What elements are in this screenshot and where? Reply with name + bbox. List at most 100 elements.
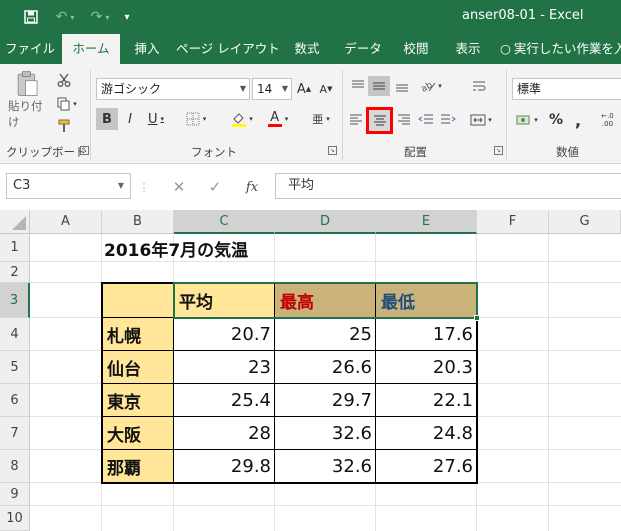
number-format-select[interactable]: 標準 <box>512 78 621 100</box>
fill-handle[interactable] <box>474 315 480 321</box>
city-cell[interactable]: 東京 <box>102 384 174 417</box>
accounting-format-icon[interactable]: ▾ <box>512 110 542 130</box>
paste-icon <box>17 71 38 96</box>
paste-button[interactable]: 貼り付け <box>8 70 48 130</box>
value-cell[interactable]: 24.8 <box>376 417 477 450</box>
bold-button[interactable]: B <box>96 108 118 130</box>
percent-style-button[interactable]: % <box>546 110 566 130</box>
format-painter-icon[interactable] <box>54 116 74 136</box>
shrink-font-button[interactable]: A ▼ <box>318 79 334 99</box>
value-cell[interactable]: 25 <box>275 318 376 351</box>
column-header[interactable]: B <box>102 210 174 234</box>
row-header[interactable]: 9 <box>0 483 30 506</box>
value-cell[interactable]: 32.6 <box>275 417 376 450</box>
tab-file[interactable]: ファイル <box>0 34 60 64</box>
tab-review[interactable]: 校閲 <box>396 34 436 64</box>
column-header[interactable]: E <box>376 210 477 234</box>
grow-font-button[interactable]: A ▲ <box>296 79 312 99</box>
borders-icon <box>186 112 200 126</box>
underline-button[interactable]: U ▾ <box>142 108 170 130</box>
align-bottom-icon[interactable] <box>392 76 412 96</box>
row-header[interactable]: 3 <box>0 283 30 318</box>
column-header[interactable]: G <box>549 210 621 234</box>
copy-icon[interactable]: ▾ <box>54 94 80 114</box>
increase-decimal-icon[interactable]: ←.0.00 <box>594 108 621 132</box>
tab-data[interactable]: データ <box>338 34 388 64</box>
comma-label: , <box>574 110 582 130</box>
row-header[interactable]: 1 <box>0 234 30 262</box>
clipboard-launcher-icon[interactable]: ↘ <box>80 146 89 155</box>
undo-icon[interactable]: ↶ ▾ <box>50 6 80 28</box>
save-icon[interactable] <box>20 6 42 28</box>
row-header[interactable]: 4 <box>0 318 30 351</box>
city-cell[interactable]: 大阪 <box>102 417 174 450</box>
value-cell[interactable]: 22.1 <box>376 384 477 417</box>
formula-input[interactable]: 平均 <box>275 173 621 199</box>
cut-icon[interactable] <box>54 70 74 90</box>
merge-center-icon[interactable]: ▾ <box>466 110 496 130</box>
redo-icon[interactable]: ↷ ▾ <box>86 6 114 28</box>
value-cell[interactable]: 23 <box>174 351 275 384</box>
value-cell[interactable]: 29.8 <box>174 450 275 483</box>
value-cell[interactable]: 20.7 <box>174 318 275 351</box>
font-name-select[interactable]: 游ゴシック ▼ <box>96 78 250 100</box>
align-middle-icon[interactable] <box>368 76 390 96</box>
align-top-icon[interactable] <box>348 76 368 96</box>
row-header[interactable]: 5 <box>0 351 30 384</box>
tab-formulas[interactable]: 数式 <box>284 34 330 64</box>
row-header[interactable]: 6 <box>0 384 30 417</box>
name-box[interactable]: C3 ▼ <box>6 173 131 199</box>
tell-me-search[interactable]: ○ 実行したい作業を入 <box>500 34 621 64</box>
align-left-icon[interactable] <box>346 110 366 130</box>
row-header[interactable]: 7 <box>0 417 30 450</box>
row-header[interactable]: 8 <box>0 450 30 483</box>
column-header[interactable]: A <box>30 210 102 234</box>
value-cell[interactable]: 26.6 <box>275 351 376 384</box>
table-border <box>101 482 478 484</box>
sheet-title[interactable]: 2016年7月の気温 <box>104 234 248 262</box>
decrease-indent-icon[interactable] <box>416 110 436 130</box>
worksheet-grid[interactable]: A B C D E F G 1 2 3 4 5 6 7 8 9 10 2016年… <box>0 210 621 531</box>
value-cell[interactable]: 28 <box>174 417 275 450</box>
document-title: anser08-01 - Excel <box>462 8 584 23</box>
cell-b3[interactable] <box>102 283 174 318</box>
tab-home[interactable]: ホーム <box>62 34 120 64</box>
column-header[interactable]: C <box>174 210 275 234</box>
customize-qat-icon[interactable]: ▾ <box>120 6 134 28</box>
phonetic-button[interactable]: 亜 ▾ <box>306 108 336 130</box>
wrap-text-icon[interactable] <box>468 76 490 96</box>
row-header[interactable]: 2 <box>0 262 30 283</box>
value-cell[interactable]: 29.7 <box>275 384 376 417</box>
column-header[interactable]: D <box>275 210 376 234</box>
tab-page-layout[interactable]: ページ レイアウト <box>176 34 280 64</box>
enter-icon[interactable]: ✓ <box>204 177 226 197</box>
alignment-launcher-icon[interactable]: ↘ <box>494 146 503 155</box>
value-cell[interactable]: 25.4 <box>174 384 275 417</box>
borders-button[interactable]: ▾ <box>178 108 214 130</box>
tab-view[interactable]: 表示 <box>446 34 490 64</box>
select-all-corner[interactable] <box>0 210 30 234</box>
city-cell[interactable]: 仙台 <box>102 351 174 384</box>
italic-button[interactable]: I <box>120 108 140 130</box>
font-size-select[interactable]: 14 ▼ <box>252 78 292 100</box>
orientation-icon[interactable]: ab ▾ <box>416 76 446 96</box>
font-launcher-icon[interactable]: ↘ <box>328 146 337 155</box>
align-center-button[interactable] <box>366 107 393 134</box>
city-cell[interactable]: 那覇 <box>102 450 174 483</box>
resize-handle-icon[interactable]: ⋮ <box>139 179 150 195</box>
value-cell[interactable]: 27.6 <box>376 450 477 483</box>
fill-color-button[interactable]: ▾ <box>226 108 258 130</box>
font-color-button[interactable]: A ▾ <box>262 108 294 130</box>
insert-function-button[interactable]: fx <box>240 177 264 197</box>
cancel-icon[interactable]: ✕ <box>168 177 190 197</box>
increase-indent-icon[interactable] <box>438 110 458 130</box>
align-right-icon[interactable] <box>394 110 414 130</box>
value-cell[interactable]: 17.6 <box>376 318 477 351</box>
column-header[interactable]: F <box>477 210 549 234</box>
value-cell[interactable]: 32.6 <box>275 450 376 483</box>
tab-insert[interactable]: 挿入 <box>124 34 170 64</box>
row-header[interactable]: 10 <box>0 506 30 531</box>
value-cell[interactable]: 20.3 <box>376 351 477 384</box>
comma-style-button[interactable]: , <box>570 110 586 130</box>
city-cell[interactable]: 札幌 <box>102 318 174 351</box>
